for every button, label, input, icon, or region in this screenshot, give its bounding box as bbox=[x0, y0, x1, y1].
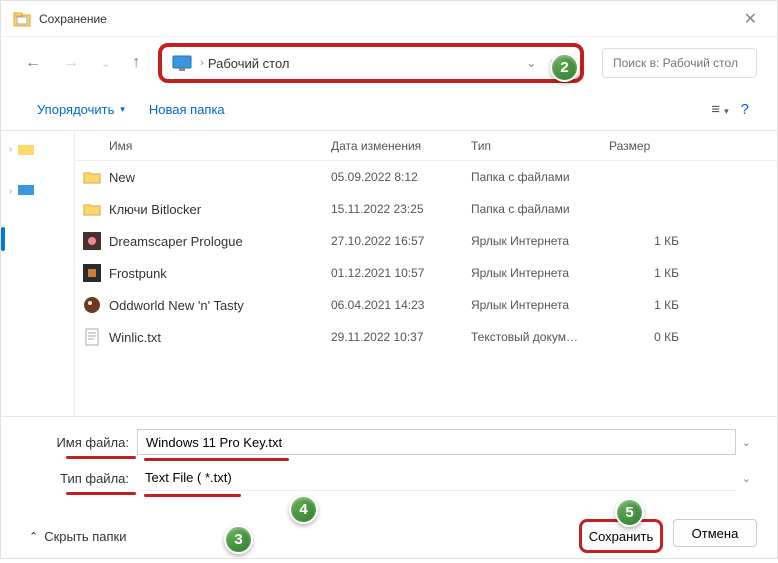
file-size: 1 КБ bbox=[609, 298, 699, 312]
file-name: Frostpunk bbox=[109, 266, 331, 281]
filename-label: Имя файла: bbox=[51, 435, 137, 450]
file-type: Ярлык Интернета bbox=[471, 266, 609, 280]
file-icon bbox=[75, 170, 109, 184]
recent-chevron-icon[interactable]: ⌄ bbox=[97, 53, 114, 74]
close-icon[interactable]: ✕ bbox=[736, 5, 765, 33]
pc-icon bbox=[16, 183, 36, 199]
file-date: 06.04.2021 14:23 bbox=[331, 298, 471, 312]
content-area: › › Имя Дата изменения Тип Размер New05.… bbox=[1, 131, 777, 416]
view-options-button[interactable]: ≡ ▾ bbox=[711, 101, 728, 118]
file-icon bbox=[75, 328, 109, 346]
file-date: 01.12.2021 10:57 bbox=[331, 266, 471, 280]
file-size: 0 КБ bbox=[609, 330, 699, 344]
header-date[interactable]: Дата изменения bbox=[331, 139, 471, 153]
file-date: 29.11.2022 10:37 bbox=[331, 330, 471, 344]
desktop-icon bbox=[172, 55, 192, 71]
folder-icon bbox=[16, 141, 36, 157]
file-name: Dreamscaper Prologue bbox=[109, 234, 331, 249]
file-size: 1 КБ bbox=[609, 266, 699, 280]
file-name: Winlic.txt bbox=[109, 330, 331, 345]
chevron-down-icon: ▾ bbox=[120, 104, 125, 115]
annotation-badge-2: 2 bbox=[550, 53, 579, 82]
header-type[interactable]: Тип bbox=[471, 139, 609, 153]
tree-item[interactable]: › bbox=[1, 139, 74, 159]
column-headers: Имя Дата изменения Тип Размер bbox=[75, 131, 777, 161]
file-size: 1 КБ bbox=[609, 234, 699, 248]
file-type: Ярлык Интернета bbox=[471, 234, 609, 248]
search-input[interactable] bbox=[602, 48, 757, 78]
file-row[interactable]: Oddworld New 'n' Tasty06.04.2021 14:23Яр… bbox=[75, 289, 777, 321]
annotation-badge-3: 3 bbox=[224, 525, 253, 554]
file-name: Oddworld New 'n' Tasty bbox=[109, 298, 331, 313]
title-bar: Сохранение ✕ bbox=[1, 1, 777, 37]
selection-indicator bbox=[1, 227, 5, 251]
app-icon bbox=[13, 10, 31, 28]
file-type: Текстовый докум… bbox=[471, 330, 609, 344]
command-bar: Упорядочить▾ Новая папка ≡ ▾ ? bbox=[1, 89, 777, 131]
new-folder-button[interactable]: Новая папка bbox=[141, 98, 233, 121]
footer-bar: ⌃ Скрыть папки Сохранить Отмена bbox=[1, 511, 777, 563]
organize-button[interactable]: Упорядочить▾ bbox=[29, 98, 133, 121]
cancel-button[interactable]: Отмена bbox=[673, 519, 757, 547]
file-list: Имя Дата изменения Тип Размер New05.09.2… bbox=[75, 131, 777, 416]
chevron-down-icon[interactable]: ⌄ bbox=[736, 472, 757, 485]
nav-bar: ← → ⌄ ↑ › Рабочий стол ⌄ ⟳ bbox=[1, 37, 777, 89]
filetype-label: Тип файла: bbox=[51, 471, 137, 486]
file-row[interactable]: Dreamscaper Prologue27.10.2022 16:57Ярлы… bbox=[75, 225, 777, 257]
nav-pane: › › bbox=[1, 131, 75, 416]
filetype-combo[interactable]: Text File ( *.txt) bbox=[137, 465, 736, 491]
file-type: Ярлык Интернета bbox=[471, 298, 609, 312]
file-type: Папка с файлами bbox=[471, 202, 609, 216]
file-icon bbox=[75, 202, 109, 216]
address-bar[interactable]: › Рабочий стол ⌄ ⟳ bbox=[158, 43, 584, 83]
file-name: New bbox=[109, 170, 331, 185]
file-icon bbox=[75, 232, 109, 250]
annotation-underline bbox=[66, 456, 136, 459]
back-button[interactable]: ← bbox=[21, 50, 45, 76]
file-date: 15.11.2022 23:25 bbox=[331, 202, 471, 216]
file-row[interactable]: Frostpunk01.12.2021 10:57Ярлык Интернета… bbox=[75, 257, 777, 289]
forward-button[interactable]: → bbox=[59, 50, 83, 76]
filename-input[interactable] bbox=[137, 429, 736, 455]
file-row[interactable]: New05.09.2022 8:12Папка с файлами bbox=[75, 161, 777, 193]
annotation-badge-4: 4 bbox=[289, 495, 318, 524]
file-date: 27.10.2022 16:57 bbox=[331, 234, 471, 248]
file-type: Папка с файлами bbox=[471, 170, 609, 184]
help-button[interactable]: ? bbox=[741, 101, 749, 118]
file-icon bbox=[75, 264, 109, 282]
annotation-badge-5: 5 bbox=[615, 498, 644, 527]
annotation-underline bbox=[144, 458, 289, 461]
save-panel: Имя файла: ⌄ Тип файла: Text File ( *.tx… bbox=[1, 416, 777, 511]
tree-item[interactable]: › bbox=[1, 181, 74, 201]
file-date: 05.09.2022 8:12 bbox=[331, 170, 471, 184]
chevron-down-icon[interactable]: ⌄ bbox=[520, 54, 542, 72]
file-name: Ключи Bitlocker bbox=[109, 202, 331, 217]
header-name[interactable]: Имя bbox=[75, 139, 331, 153]
breadcrumb-separator-icon: › bbox=[200, 57, 204, 69]
annotation-underline bbox=[66, 492, 136, 495]
chevron-up-icon: ⌃ bbox=[29, 530, 38, 543]
breadcrumb-desktop[interactable]: Рабочий стол bbox=[208, 56, 290, 71]
file-row[interactable]: Ключи Bitlocker15.11.2022 23:25Папка с ф… bbox=[75, 193, 777, 225]
chevron-down-icon[interactable]: ⌄ bbox=[736, 436, 757, 449]
up-button[interactable]: ↑ bbox=[128, 50, 144, 76]
file-row[interactable]: Winlic.txt29.11.2022 10:37Текстовый доку… bbox=[75, 321, 777, 353]
file-icon bbox=[75, 296, 109, 314]
hide-folders-button[interactable]: ⌃ Скрыть папки bbox=[29, 529, 126, 544]
header-size[interactable]: Размер bbox=[609, 139, 699, 153]
window-title: Сохранение bbox=[39, 12, 107, 26]
annotation-underline bbox=[144, 494, 241, 497]
